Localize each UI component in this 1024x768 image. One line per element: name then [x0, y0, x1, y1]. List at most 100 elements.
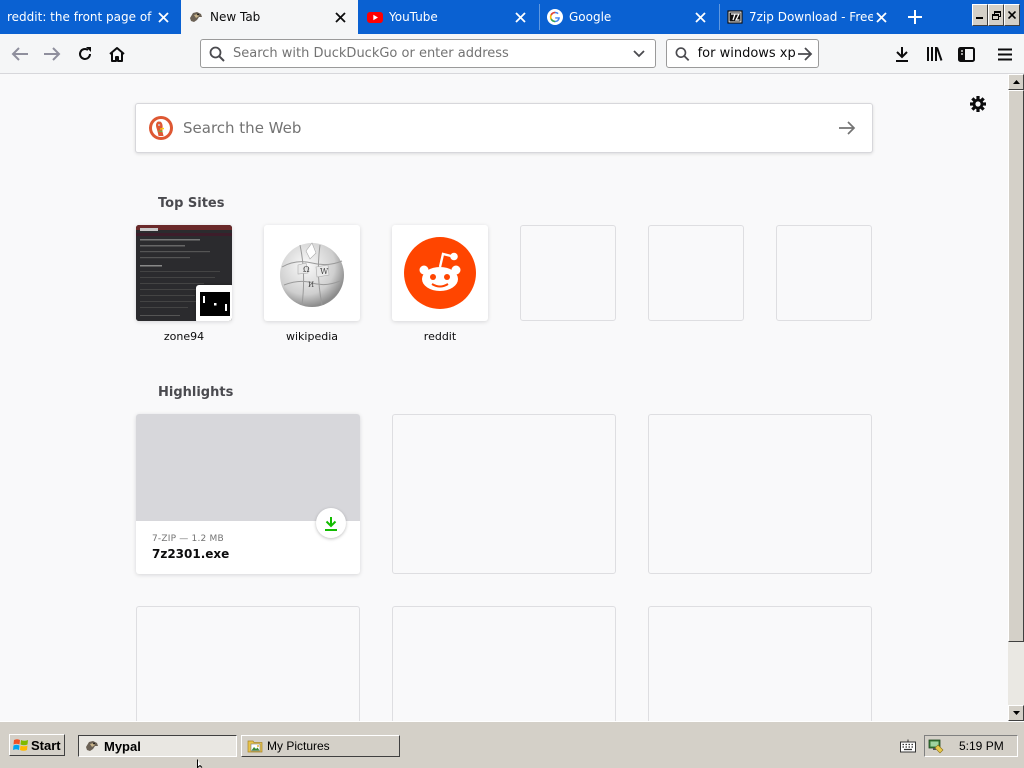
- back-button[interactable]: [6, 40, 34, 68]
- restore-window-button[interactable]: [988, 4, 1004, 26]
- search-go-button[interactable]: [796, 44, 814, 64]
- scrollbar-thumb[interactable]: [1008, 90, 1024, 642]
- top-site-empty[interactable]: [648, 225, 744, 321]
- scroll-down-button[interactable]: [1008, 705, 1024, 721]
- tab-7zip[interactable]: 7zip Download - Free 7-zip: [720, 0, 899, 34]
- address-bar[interactable]: [200, 39, 656, 68]
- url-input[interactable]: [233, 43, 629, 64]
- taskbar-item-my-pictures[interactable]: My Pictures: [241, 735, 400, 757]
- highlight-placeholder: [392, 414, 616, 574]
- arrow-right-icon[interactable]: [837, 118, 857, 138]
- reddit-icon: [404, 237, 476, 309]
- clock[interactable]: 5:19 PM: [959, 739, 1004, 753]
- close-tab-icon[interactable]: [332, 9, 348, 25]
- minimize-window-button[interactable]: [972, 4, 988, 26]
- highlights-heading: Highlights: [158, 385, 234, 400]
- keyboard-icon[interactable]: [900, 739, 916, 753]
- system-tray: 5:19 PM: [924, 735, 1018, 757]
- highlight-preview: [136, 414, 360, 521]
- top-site-zone94[interactable]: zone94: [136, 225, 232, 343]
- download-badge: [316, 508, 346, 538]
- taskbar: Start Mypal My Pictures 5:19 PM: [0, 721, 1024, 768]
- reload-icon: [79, 47, 91, 60]
- 7zip-icon: [727, 10, 743, 24]
- web-search-box[interactable]: [135, 103, 873, 153]
- highlight-meta: 7-ZIP — 1.2 MB: [152, 534, 224, 544]
- gear-icon[interactable]: [968, 94, 988, 114]
- tab-new-tab[interactable]: New Tab: [181, 0, 358, 34]
- close-tab-icon[interactable]: [873, 9, 889, 25]
- search-bar[interactable]: for windows xp: [666, 39, 819, 68]
- arrow-down-icon: [1012, 711, 1020, 715]
- menu-button[interactable]: [991, 40, 1019, 68]
- home-button[interactable]: [103, 40, 131, 68]
- close-tab-icon[interactable]: [692, 9, 708, 25]
- top-site-tile[interactable]: Ω W И: [264, 225, 360, 321]
- top-site-label: zone94: [163, 330, 205, 343]
- sidebar-icon: [957, 46, 975, 62]
- scroll-up-button[interactable]: [1008, 74, 1024, 90]
- close-window-button[interactable]: [1004, 4, 1020, 26]
- library-icon: [926, 47, 942, 61]
- youtube-icon: [367, 12, 383, 23]
- search-icon: [675, 46, 690, 61]
- minimize-icon: [976, 17, 983, 19]
- download-icon: [896, 47, 908, 62]
- top-site-placeholder[interactable]: [776, 225, 872, 321]
- search-field-value[interactable]: for windows xp: [698, 46, 796, 61]
- svg-text:И: И: [308, 281, 314, 289]
- url-dropdown-button[interactable]: [629, 44, 649, 64]
- svg-text:W: W: [320, 267, 329, 276]
- chevron-down-icon: [633, 49, 645, 57]
- top-site-placeholder[interactable]: [648, 225, 744, 321]
- network-status-icon[interactable]: [928, 738, 944, 754]
- search-icon: [209, 46, 225, 62]
- download-icon: [325, 516, 337, 531]
- downloads-button[interactable]: [888, 40, 916, 68]
- highlight-placeholder: [648, 606, 872, 721]
- tab-google[interactable]: Google: [540, 0, 718, 34]
- svg-text:Ω: Ω: [303, 265, 310, 274]
- windows-logo-icon: [13, 739, 28, 751]
- taskbar-item-label: Mypal: [104, 738, 141, 754]
- new-tab-button[interactable]: [899, 0, 931, 34]
- top-site-empty[interactable]: [776, 225, 872, 321]
- start-button[interactable]: Start: [9, 734, 65, 756]
- tab-title: YouTube: [389, 10, 438, 24]
- web-search-input[interactable]: [183, 116, 837, 140]
- zone94-icon: [196, 285, 232, 321]
- top-site-empty[interactable]: [520, 225, 616, 321]
- tab-title: New Tab: [210, 10, 261, 24]
- vertical-scrollbar[interactable]: [1008, 74, 1024, 721]
- top-site-tile[interactable]: [136, 225, 232, 321]
- tab-strip: reddit: the front page of the internet N…: [0, 0, 1024, 34]
- close-tab-icon[interactable]: [512, 9, 528, 25]
- top-site-label: wikipedia: [285, 330, 338, 343]
- top-site-label: reddit: [423, 330, 457, 343]
- highlight-placeholder: [648, 414, 872, 574]
- taskbar-item-mypal[interactable]: Mypal: [78, 735, 237, 757]
- tab-title: Google: [569, 10, 612, 24]
- top-site-placeholder[interactable]: [520, 225, 616, 321]
- tab-title: 7zip Download - Free 7-zip: [749, 10, 873, 24]
- forward-button[interactable]: [38, 40, 66, 68]
- tab-title: reddit: the front page of the internet: [7, 10, 155, 24]
- mypal-icon: [190, 12, 202, 22]
- top-site-reddit[interactable]: reddit: [392, 225, 488, 343]
- taskbar-item-label: My Pictures: [267, 739, 330, 753]
- tab-youtube[interactable]: YouTube: [360, 0, 538, 34]
- restore-icon: [991, 10, 1001, 20]
- top-site-tile[interactable]: [392, 225, 488, 321]
- highlight-card-download[interactable]: 7-ZIP — 1.2 MB 7z2301.exe: [136, 414, 360, 574]
- duckduckgo-icon: [149, 116, 173, 140]
- plus-icon: [908, 10, 922, 24]
- highlight-placeholder: [392, 606, 616, 721]
- top-sites-heading: Top Sites: [158, 196, 225, 211]
- sidebar-button[interactable]: [952, 40, 980, 68]
- top-site-wikipedia[interactable]: Ω W И wikipedia: [264, 225, 360, 343]
- start-label: Start: [31, 737, 61, 753]
- tab-reddit[interactable]: reddit: the front page of the internet: [0, 0, 181, 34]
- close-tab-icon[interactable]: [155, 9, 171, 25]
- library-button[interactable]: [920, 40, 948, 68]
- reload-button[interactable]: [71, 40, 99, 68]
